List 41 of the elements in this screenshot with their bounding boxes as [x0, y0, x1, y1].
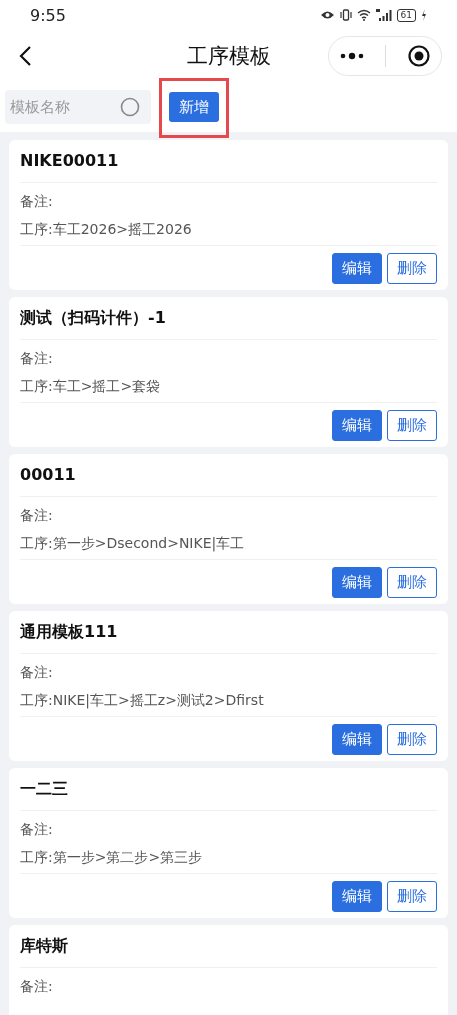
delete-button[interactable]: 删除 — [387, 253, 437, 284]
remark-label: 备注: — [20, 506, 54, 525]
battery-level: 61 — [396, 8, 416, 22]
process-steps: 工序:车工>摇工>套袋 — [20, 374, 437, 403]
edit-button[interactable]: 编辑 — [332, 881, 382, 912]
remark-label: 备注: — [20, 349, 54, 368]
process-steps: 工序:车工2026>摇工2026 — [20, 217, 437, 246]
template-name: 一二三 — [20, 768, 437, 811]
template-name: 测试（扫码计件）-1 — [20, 297, 437, 340]
template-name: 通用模板111 — [20, 611, 437, 654]
page-title: 工序模板 — [185, 43, 272, 70]
process-steps: 工序:第一步>Dsecond>NIKE|车工 — [20, 531, 437, 560]
search-field[interactable]: 模板名称 — [10, 98, 120, 116]
signal-icon — [375, 9, 392, 21]
remark-label: 备注: — [20, 820, 54, 839]
delete-button[interactable]: 删除 — [387, 724, 437, 755]
process-steps: 工序:NIKE|车工>摇工z>测试2>Dfirst — [20, 688, 437, 717]
template-name: NIKE00011 — [20, 140, 437, 183]
search-icon — [120, 97, 140, 117]
edit-button[interactable]: 编辑 — [332, 410, 382, 441]
back-icon[interactable] — [18, 45, 32, 67]
edit-button[interactable]: 编辑 — [332, 567, 382, 598]
vibrate-icon — [339, 9, 352, 21]
wifi-icon — [356, 9, 371, 21]
edit-button[interactable]: 编辑 — [332, 253, 382, 284]
template-name: 库特斯 — [20, 925, 437, 968]
process-steps: 工序:第一步>第二步>第三步 — [20, 845, 437, 874]
eye-icon — [319, 10, 335, 20]
charging-icon — [421, 9, 427, 21]
search-box[interactable]: 模板名称 — [5, 90, 151, 124]
delete-button[interactable]: 删除 — [387, 410, 437, 441]
template-name: 00011 — [20, 454, 437, 497]
remark-label: 备注: — [20, 192, 54, 211]
edit-button[interactable]: 编辑 — [332, 724, 382, 755]
remark-label: 备注: — [20, 977, 54, 996]
add-button[interactable]: 新增 — [169, 92, 219, 122]
delete-button[interactable]: 删除 — [387, 881, 437, 912]
more-icon[interactable] — [339, 52, 364, 60]
status-time: 9:55 — [30, 5, 66, 25]
delete-button[interactable]: 删除 — [387, 567, 437, 598]
remark-label: 备注: — [20, 663, 54, 682]
